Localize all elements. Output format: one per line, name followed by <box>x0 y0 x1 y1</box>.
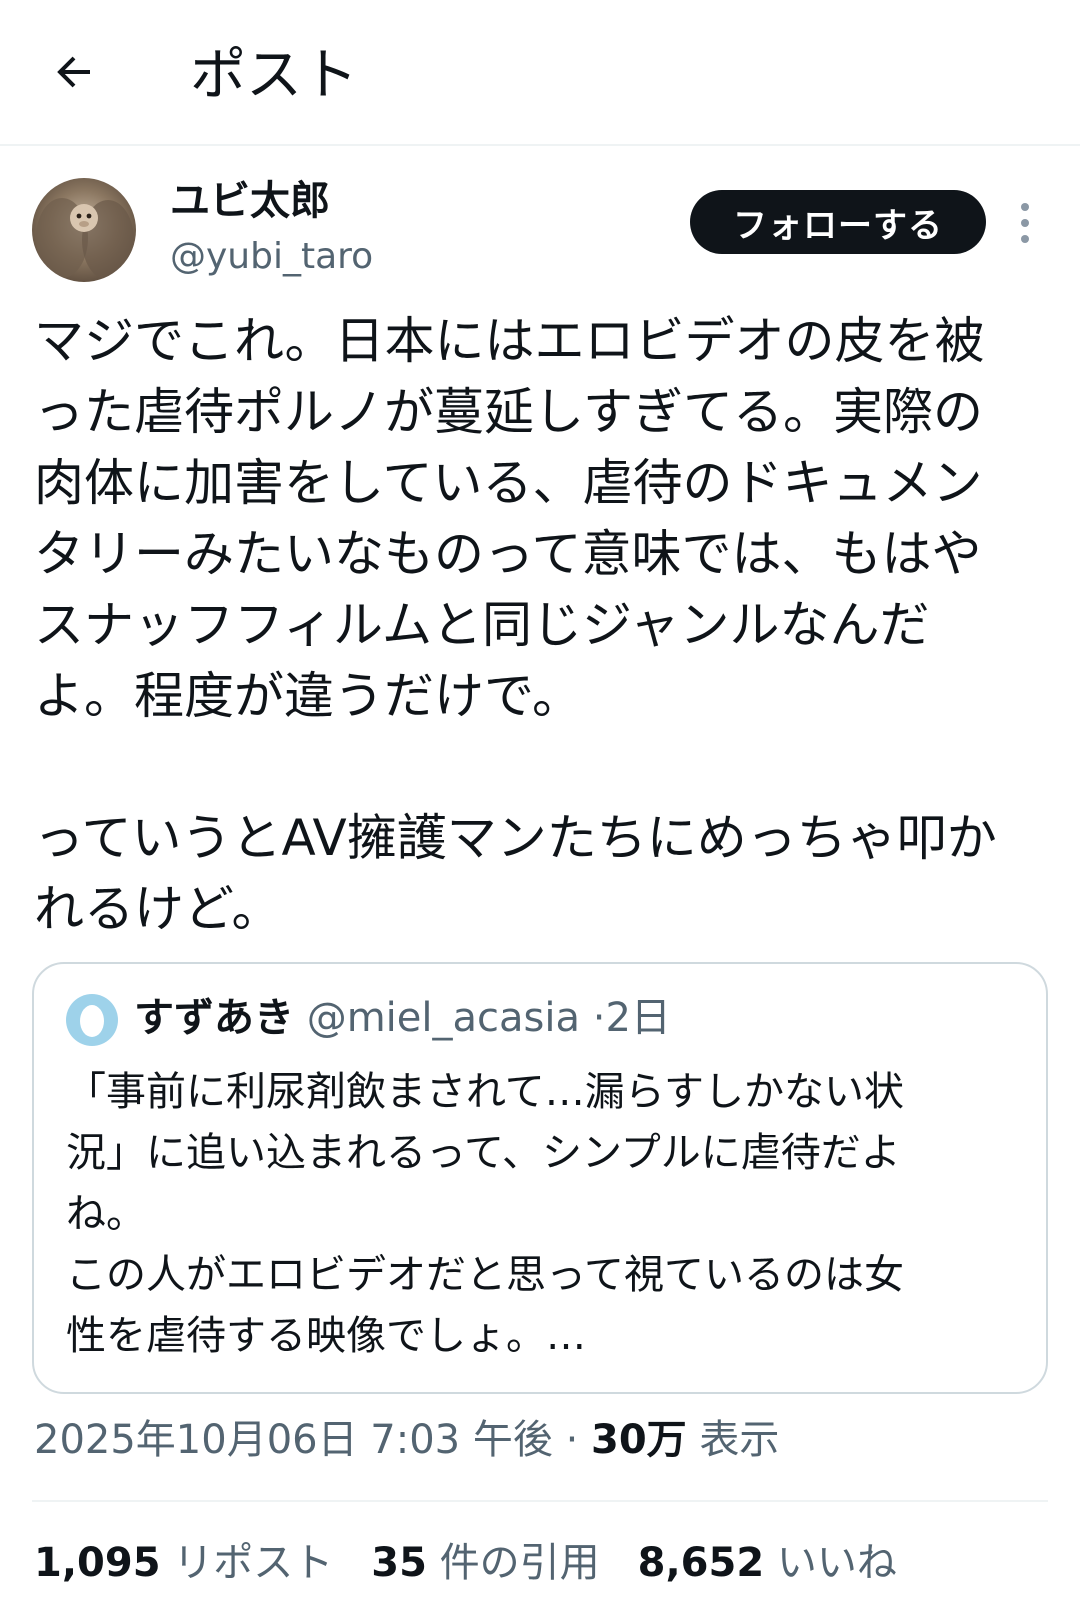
arrow-left-icon <box>57 56 90 88</box>
likes-label: いいね <box>776 1540 897 1586</box>
reposts-count: 1,095 <box>34 1540 161 1586</box>
post-meta: 2025年10月06日 7:03 午後 · 30万 表示 <box>34 1412 779 1468</box>
post-timestamp[interactable]: 2025年10月06日 7:03 午後 <box>34 1417 553 1463</box>
engagement-stats: 1,095 リポスト 35 件の引用 8,652 いいね <box>34 1535 935 1591</box>
top-bar: ポスト <box>0 0 1080 146</box>
avatar-image <box>32 178 136 282</box>
quotes-label: 件の引用 <box>439 1540 600 1586</box>
quoted-text: 「事前に利尿剤飲まされて…漏らすしかない状 況」に追い込まれるって、シンプルに虐… <box>66 1069 904 1359</box>
meta-separator: · <box>565 1417 579 1463</box>
author-name[interactable]: ユビ太郎 <box>170 176 330 226</box>
page-title: ポスト <box>190 43 358 108</box>
views-label: 表示 <box>699 1417 780 1463</box>
follow-button[interactable]: フォローする <box>690 190 986 254</box>
quoted-avatar <box>66 994 118 1046</box>
author-handle[interactable]: @yubi_taro <box>170 234 373 280</box>
egg-icon <box>80 1005 104 1037</box>
more-vertical-icon <box>1021 203 1029 243</box>
more-button[interactable] <box>1010 200 1040 246</box>
quoted-author-handle: @miel_acasia <box>306 995 580 1041</box>
back-button[interactable] <box>44 42 104 102</box>
avatar[interactable] <box>32 178 136 282</box>
divider <box>32 1500 1048 1502</box>
quotes-stat[interactable]: 35 件の引用 <box>371 1540 599 1586</box>
quoted-time: 2日 <box>605 995 671 1041</box>
reposts-label: リポスト <box>173 1540 334 1586</box>
views-count: 30万 <box>591 1417 687 1463</box>
likes-count: 8,652 <box>637 1540 765 1586</box>
quoted-author-name: すずあき <box>134 995 294 1041</box>
quoted-post-card[interactable]: すずあき @miel_acasia ·2日 「事前に利尿剤飲まされて…漏らすしか… <box>32 962 1048 1394</box>
likes-stat[interactable]: 8,652 いいね <box>638 1540 897 1586</box>
quotes-count: 35 <box>371 1540 427 1586</box>
quoted-separator: · <box>592 995 606 1041</box>
reposts-stat[interactable]: 1,095 リポスト <box>34 1540 333 1586</box>
post-text: マジでこれ。日本にはエロビデオの皮を被 った虐待ポルノが蔓延しすぎてる。実際の … <box>34 312 997 938</box>
quoted-header: すずあき @miel_acasia ·2日 <box>134 990 671 1046</box>
